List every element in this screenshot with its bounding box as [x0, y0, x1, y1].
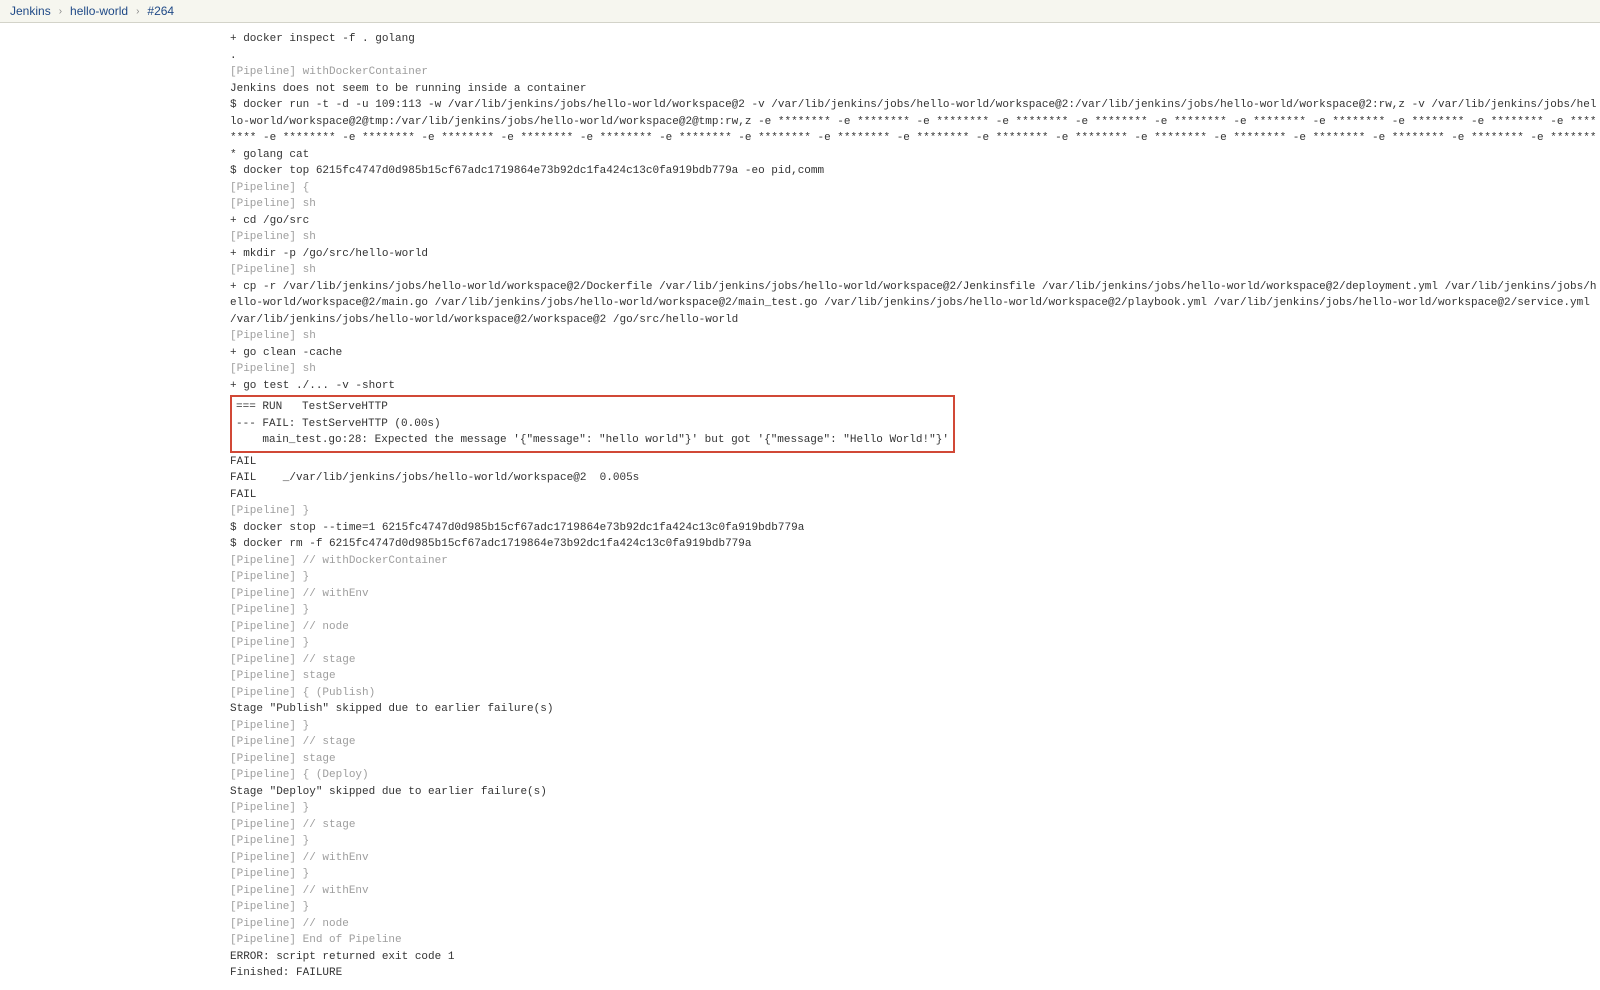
console-line: FAIL: [230, 487, 1600, 504]
console-output: + docker inspect -f . golang.[Pipeline] …: [0, 23, 1600, 990]
console-line: Stage "Deploy" skipped due to earlier fa…: [230, 784, 1600, 801]
console-line: [Pipeline] }: [230, 800, 1600, 817]
console-line: + cd /go/src: [230, 213, 1600, 230]
console-line: $ docker run -t -d -u 109:113 -w /var/li…: [230, 97, 1600, 163]
console-line: + go test ./... -v -short: [230, 378, 1600, 395]
console-line: .: [230, 48, 1600, 65]
console-line: + mkdir -p /go/src/hello-world: [230, 246, 1600, 263]
console-line: + go clean -cache: [230, 345, 1600, 362]
console-line: [Pipeline] }: [230, 866, 1600, 883]
console-line: [Pipeline] }: [230, 718, 1600, 735]
console-line: FAIL _/var/lib/jenkins/jobs/hello-world/…: [230, 470, 1600, 487]
console-line: [Pipeline] }: [230, 602, 1600, 619]
breadcrumb-build[interactable]: #264: [147, 4, 174, 18]
console-line: main_test.go:28: Expected the message '{…: [236, 432, 949, 449]
console-line: [Pipeline] withDockerContainer: [230, 64, 1600, 81]
console-line: [Pipeline] sh: [230, 229, 1600, 246]
console-line: [Pipeline] // withEnv: [230, 586, 1600, 603]
console-line: [Pipeline] // stage: [230, 817, 1600, 834]
console-line: FAIL: [230, 454, 1600, 471]
console-line: [Pipeline] sh: [230, 361, 1600, 378]
console-line: [Pipeline] End of Pipeline: [230, 932, 1600, 949]
breadcrumb-separator: ›: [136, 6, 139, 17]
console-line: === RUN TestServeHTTP: [236, 399, 949, 416]
console-line: [Pipeline] }: [230, 569, 1600, 586]
console-line: ERROR: script returned exit code 1: [230, 949, 1600, 966]
console-line: [Pipeline] }: [230, 635, 1600, 652]
console-line: [Pipeline] { (Publish): [230, 685, 1600, 702]
console-line: [Pipeline] }: [230, 503, 1600, 520]
console-line: [Pipeline] sh: [230, 328, 1600, 345]
console-line: [Pipeline] // withEnv: [230, 883, 1600, 900]
console-line: --- FAIL: TestServeHTTP (0.00s): [236, 416, 949, 433]
console-line: Jenkins does not seem to be running insi…: [230, 81, 1600, 98]
console-line: [Pipeline] // withEnv: [230, 850, 1600, 867]
console-line: [Pipeline] sh: [230, 262, 1600, 279]
console-line: [Pipeline] { (Deploy): [230, 767, 1600, 784]
console-line: [Pipeline] sh: [230, 196, 1600, 213]
console-line: $ docker top 6215fc4747d0d985b15cf67adc1…: [230, 163, 1600, 180]
console-line: Stage "Publish" skipped due to earlier f…: [230, 701, 1600, 718]
breadcrumb: Jenkins › hello-world › #264: [0, 0, 1600, 23]
console-line: [Pipeline] // stage: [230, 652, 1600, 669]
console-line: [Pipeline] }: [230, 833, 1600, 850]
console-line: [Pipeline] // withDockerContainer: [230, 553, 1600, 570]
breadcrumb-separator: ›: [59, 6, 62, 17]
console-line: Finished: FAILURE: [230, 965, 1600, 982]
console-line: + cp -r /var/lib/jenkins/jobs/hello-worl…: [230, 279, 1600, 329]
console-line: [Pipeline] }: [230, 899, 1600, 916]
console-line: [Pipeline] // stage: [230, 734, 1600, 751]
console-line: $ docker rm -f 6215fc4747d0d985b15cf67ad…: [230, 536, 1600, 553]
console-line: + docker inspect -f . golang: [230, 31, 1600, 48]
console-line: [Pipeline] // node: [230, 916, 1600, 933]
test-failure-highlight: === RUN TestServeHTTP--- FAIL: TestServe…: [230, 395, 955, 453]
console-line: $ docker stop --time=1 6215fc4747d0d985b…: [230, 520, 1600, 537]
breadcrumb-project[interactable]: hello-world: [70, 4, 128, 18]
console-line: [Pipeline] {: [230, 180, 1600, 197]
breadcrumb-root[interactable]: Jenkins: [10, 4, 51, 18]
console-line: [Pipeline] // node: [230, 619, 1600, 636]
console-line: [Pipeline] stage: [230, 668, 1600, 685]
